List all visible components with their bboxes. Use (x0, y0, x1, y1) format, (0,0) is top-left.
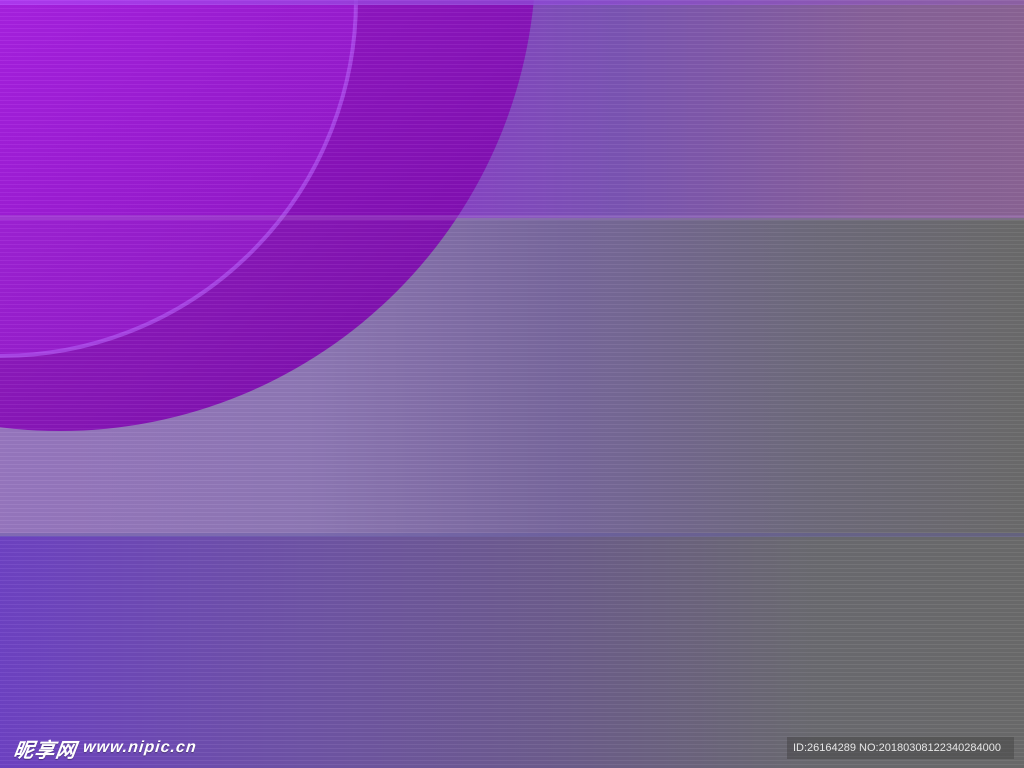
top-gradient-band (0, 0, 1024, 218)
top-edge-highlight (0, 0, 1024, 5)
watermark-url: www.nipic.cn (82, 739, 198, 756)
background-graphic: 昵享网 www.nipic.cn ID:26164289 NO:20180308… (0, 0, 1024, 768)
watermark-site-name: 昵享网 (12, 737, 79, 762)
watermark-logo: 昵享网 www.nipic.cn (12, 734, 198, 762)
image-id-label: ID:26164289 NO:20180308122340284000 (787, 737, 1014, 759)
middle-gradient-band (0, 218, 1024, 536)
